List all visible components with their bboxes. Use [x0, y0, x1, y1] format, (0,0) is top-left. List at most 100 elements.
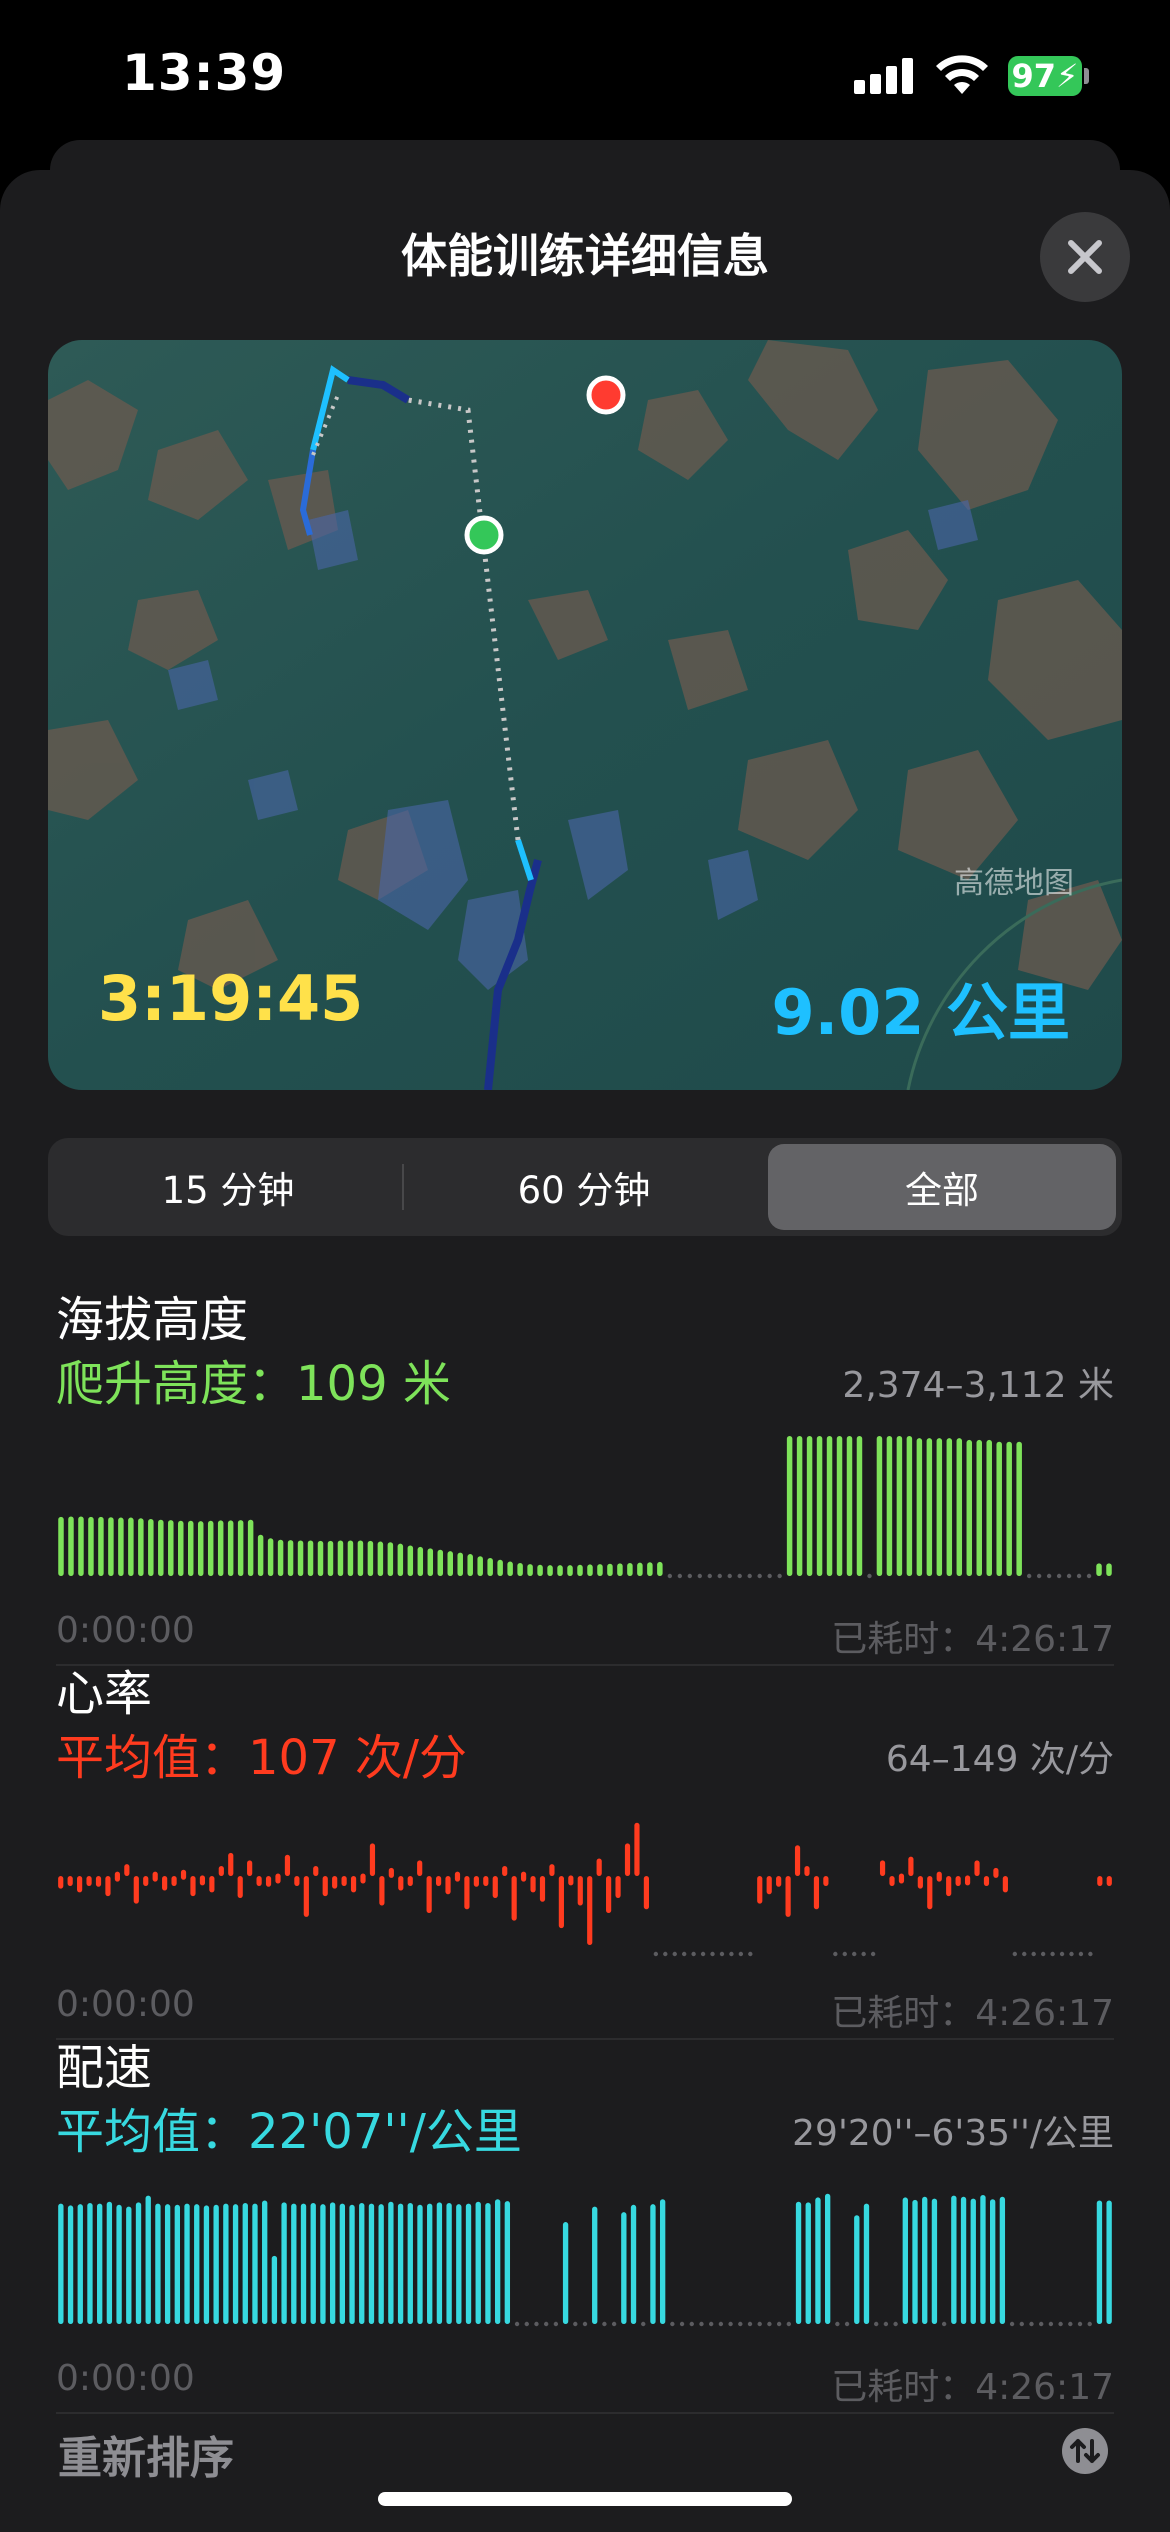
- heart-rate-bar: [332, 1876, 338, 1889]
- home-indicator[interactable]: [378, 2492, 792, 2506]
- pace-bar: [194, 2204, 200, 2324]
- pace-bar: [427, 2203, 433, 2324]
- heart-rate-bar: [426, 1876, 432, 1914]
- pace-range: 29'20''–6'35''/公里: [792, 2113, 1114, 2154]
- heart-rate-bar: [511, 1876, 517, 1921]
- gap-dot: [1059, 1951, 1065, 1957]
- sheet-title: 体能训练详细信息: [401, 229, 769, 283]
- elevation-bar: [307, 1540, 314, 1576]
- elevation-bar: [567, 1565, 573, 1576]
- gap-dot: [553, 2321, 559, 2327]
- map-watermark: 高德地图: [954, 866, 1074, 901]
- segment-15-minutes[interactable]: 15 分钟: [54, 1144, 402, 1230]
- heart-rate-bar: [171, 1876, 177, 1886]
- gap-dot: [1029, 2321, 1034, 2327]
- pace-bar: [951, 2195, 957, 2324]
- pace-bar: [999, 2196, 1006, 2324]
- reorder-icon[interactable]: [1062, 2428, 1108, 2474]
- pace-bar: [650, 2204, 656, 2324]
- elevation-bar: [926, 1438, 933, 1576]
- pace-chart: [58, 2193, 1112, 2327]
- elevation-bar: [297, 1540, 304, 1576]
- elevation-bar: [397, 1543, 404, 1576]
- elevation-bar: [367, 1540, 374, 1576]
- pace-bar: [135, 2202, 142, 2324]
- heart-rate-bar: [464, 1876, 470, 1910]
- heart-rate-bar: [823, 1876, 829, 1886]
- heart-rate-bar: [379, 1876, 385, 1906]
- elevation-bar: [347, 1540, 354, 1576]
- gap-dot: [833, 1951, 838, 1957]
- pace-bar: [960, 2196, 967, 2324]
- gap-dot: [710, 1951, 715, 1957]
- elevation-bar: [806, 1436, 813, 1576]
- gap-dot: [867, 1573, 872, 1579]
- heart-rate-bar: [898, 1873, 905, 1884]
- heart-rate-bar: [228, 1852, 234, 1876]
- gap-dot: [717, 1573, 722, 1579]
- heart-rate-bar: [983, 1876, 990, 1886]
- elevation-range: 2,374–3,112 米: [842, 1365, 1114, 1406]
- heart-rate-bar: [643, 1876, 649, 1910]
- heart-rate-bar: [67, 1876, 73, 1886]
- pace-bar: [970, 2198, 976, 2324]
- heart-rate-bar: [794, 1845, 801, 1876]
- pace-bar: [106, 2201, 113, 2324]
- battery-nub: [1084, 68, 1089, 84]
- pace-bar: [329, 2202, 336, 2324]
- segment-60-minutes[interactable]: 60 分钟: [410, 1144, 758, 1230]
- elevation-bar: [627, 1562, 633, 1576]
- pace-bar: [805, 2202, 811, 2324]
- pace-bar: [854, 2215, 860, 2324]
- heart-rate-bar: [483, 1876, 489, 1886]
- heart-rate-bar: [785, 1876, 791, 1917]
- gap-dot: [718, 2321, 724, 2327]
- gap-dot: [873, 2321, 879, 2327]
- pace-bar: [465, 2203, 472, 2324]
- pace-bar: [407, 2202, 413, 2324]
- heart-rate-bar: [218, 1866, 224, 1876]
- gap-dot: [844, 2321, 850, 2327]
- gap-dot: [777, 1573, 782, 1579]
- heart-rate-axis-end: 已耗时：4:26:17: [831, 1993, 1114, 2034]
- elevation-bar: [437, 1549, 444, 1576]
- elevation-bar: [407, 1545, 414, 1576]
- heart-rate-bar: [1097, 1876, 1103, 1886]
- pace-bar: [271, 2255, 278, 2324]
- elevation-bar: [247, 1519, 254, 1576]
- gap-dot: [727, 1573, 732, 1579]
- gap-dot: [1031, 1951, 1036, 1957]
- elevation-bar: [597, 1564, 603, 1576]
- pace-bar: [145, 2195, 151, 2324]
- elevation-bar: [197, 1521, 204, 1576]
- elevation-bar: [118, 1517, 124, 1576]
- elevation-bar: [956, 1438, 963, 1576]
- heart-rate-bar: [124, 1864, 130, 1876]
- close-button[interactable]: [1040, 212, 1130, 302]
- reorder-row[interactable]: 重新排序: [0, 2400, 1170, 2500]
- heart-rate-bar: [813, 1876, 820, 1910]
- heart-rate-bar: [521, 1871, 527, 1882]
- pace-bar: [97, 2203, 103, 2324]
- gap-dot: [893, 2321, 898, 2327]
- elevation-bar: [58, 1516, 64, 1576]
- elevation-bar: [976, 1439, 982, 1576]
- elevation-bar: [467, 1554, 473, 1576]
- heart-rate-range: 64–149 次/分: [885, 1739, 1114, 1780]
- heart-rate-bar: [1106, 1876, 1112, 1886]
- gap-dot: [1048, 2321, 1054, 2327]
- pace-bar: [262, 2200, 268, 2324]
- heart-rate-bar: [558, 1876, 564, 1929]
- workout-details-sheet: 体能训练详细信息 高德地图 3:19:45 9.02 公里 15 分钟 60 分…: [0, 170, 1170, 2532]
- pace-bar: [1096, 2200, 1103, 2324]
- route-map[interactable]: 高德地图 3:19:45 9.02 公里: [48, 340, 1122, 1090]
- elevation-bar: [1016, 1441, 1022, 1576]
- elevation-bar: [517, 1562, 523, 1576]
- pace-bar: [368, 2203, 375, 2324]
- heart-rate-bar: [58, 1876, 64, 1889]
- gap-dot: [672, 1951, 677, 1957]
- segment-all[interactable]: 全部: [768, 1144, 1116, 1230]
- gap-dot: [767, 1573, 772, 1579]
- gap-dot: [1036, 1573, 1042, 1579]
- gap-dot: [1019, 2321, 1024, 2327]
